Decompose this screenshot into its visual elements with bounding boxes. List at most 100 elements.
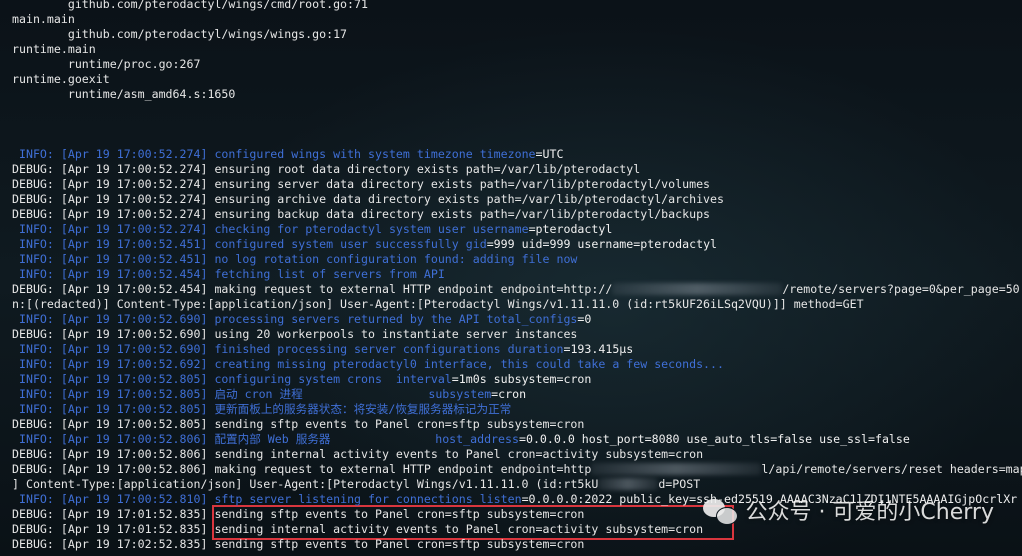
stack-line: runtime/proc.go:267 (12, 57, 201, 71)
log-line: INFO: [Apr 19 17:00:52.805] 启动 cron 进程 s… (12, 387, 526, 402)
log-timestamp: [Apr 19 17:00:52.806] (60, 462, 208, 476)
log-value: =cron (491, 387, 527, 401)
log-level: INFO: (12, 252, 54, 266)
log-line: INFO: [Apr 19 17:00:52.805] configuring … (12, 372, 591, 387)
log-timestamp: [Apr 19 17:00:52.805] (60, 387, 208, 401)
log-timestamp: [Apr 19 17:00:52.274] (60, 147, 208, 161)
log-level: DEBUG: (12, 282, 54, 296)
log-value: =pterodactyl (528, 222, 613, 236)
log-level: INFO: (12, 402, 54, 416)
log-timestamp: [Apr 19 17:00:52.692] (60, 357, 208, 371)
log-timestamp: [Apr 19 17:02:52.835] (60, 537, 208, 551)
log-timestamp: [Apr 19 17:00:52.454] (60, 267, 208, 281)
log-message: configured system user successfully gid (214, 237, 487, 251)
log-timestamp: [Apr 19 17:01:52.835] (60, 507, 208, 521)
log-timestamp: [Apr 19 17:00:52.274] (60, 222, 208, 236)
log-message: n:[(redacted)] Content-Type:[application… (12, 297, 864, 311)
log-timestamp: [Apr 19 17:00:52.690] (60, 327, 208, 341)
log-level: DEBUG: (12, 162, 54, 176)
log-timestamp: [Apr 19 17:00:52.690] (60, 342, 208, 356)
log-line: DEBUG: [Apr 19 17:00:52.805] sending sft… (12, 417, 584, 432)
log-timestamp: [Apr 19 17:00:52.805] (60, 402, 208, 416)
log-message: using 20 workerpools to instantiate serv… (214, 327, 578, 341)
log-message: ensuring backup data directory exists pa… (214, 207, 711, 221)
log-message: ensuring root data directory exists path… (214, 162, 641, 176)
redacted-mask (598, 478, 659, 490)
terminal-window[interactable]: 公众号 · 可爱的小Cherry github.com/pterodactyl/… (0, 0, 1022, 556)
log-message: fetching list of servers from API (214, 267, 445, 281)
stack-line: runtime/asm_amd64.s:1650 (12, 87, 236, 101)
log-level: INFO: (12, 237, 54, 251)
log-message: checking for pterodactyl system user use… (214, 222, 529, 236)
log-timestamp: [Apr 19 17:00:52.690] (60, 312, 208, 326)
log-message: sending sftp events to Panel cron=sftp s… (214, 537, 585, 551)
log-line: INFO: [Apr 19 17:00:52.451] configured s… (12, 237, 717, 252)
log-line: ] Content-Type:[application/json] User-A… (12, 477, 700, 492)
log-timestamp: [Apr 19 17:01:52.835] (60, 522, 208, 536)
log-value: =999 uid=999 username=pterodactyl (486, 237, 718, 251)
log-message: processing servers returned by the API t… (214, 312, 578, 326)
log-level: INFO: (12, 222, 54, 236)
log-value: =0.0.0.0 host_port=8080 use_auto_tls=fal… (518, 432, 910, 446)
log-timestamp: [Apr 19 17:00:52.451] (60, 252, 208, 266)
log-line: DEBUG: [Apr 19 17:00:52.806] making requ… (12, 462, 1022, 477)
log-timestamp: [Apr 19 17:00:52.810] (60, 492, 208, 506)
log-level: DEBUG: (12, 417, 54, 431)
log-line: DEBUG: [Apr 19 17:00:52.690] using 20 wo… (12, 327, 577, 342)
log-line: DEBUG: [Apr 19 17:01:52.835] sending int… (12, 522, 703, 537)
redacted-mask (612, 283, 783, 295)
log-line: INFO: [Apr 19 17:00:52.806] 配置内部 Web 服务器… (12, 432, 910, 447)
log-message: 启动 cron 进程 subsystem (214, 387, 492, 401)
log-level: DEBUG: (12, 522, 54, 536)
log-level: DEBUG: (12, 507, 54, 521)
log-value: =0.0.0.0:2022 public_key=ssh-ed25519 AAA… (521, 492, 1018, 506)
log-message: configuring system crons interval (214, 372, 452, 386)
log-value: =0 (577, 312, 592, 326)
log-level: DEBUG: (12, 327, 54, 341)
log-message-tail: /remote/servers?page=0&per_page=50 H (782, 282, 1022, 296)
log-level: INFO: (12, 312, 54, 326)
log-message: creating missing pterodactyl0 interface,… (214, 357, 724, 371)
log-message: configured wings with system timezone ti… (214, 147, 536, 161)
log-level: INFO: (12, 357, 54, 371)
stack-line: runtime.main (12, 42, 96, 56)
log-level: DEBUG: (12, 177, 54, 191)
log-value: =UTC (535, 147, 564, 161)
log-message: sending sftp events to Panel cron=sftp s… (214, 417, 585, 431)
log-line: DEBUG: [Apr 19 17:00:52.454] making requ… (12, 282, 1022, 297)
log-message: 更新面板上的服务器状态：将安装/恢复服务器标记为正常 (214, 402, 512, 416)
log-message: no log rotation configuration found: add… (214, 252, 578, 266)
log-line: INFO: [Apr 19 17:00:52.692] creating mis… (12, 357, 724, 372)
log-line: DEBUG: [Apr 19 17:00:52.806] sending int… (12, 447, 703, 462)
log-message-tail: l/api/remote/servers/reset headers=map[A… (761, 462, 1022, 476)
log-message: sending internal activity events to Pane… (214, 447, 704, 461)
log-line: INFO: [Apr 19 17:00:52.274] checking for… (12, 222, 612, 237)
log-timestamp: [Apr 19 17:00:52.274] (60, 207, 208, 221)
log-level: INFO: (12, 492, 54, 506)
log-line: DEBUG: [Apr 19 17:00:52.274] ensuring se… (12, 177, 710, 192)
log-level: INFO: (12, 267, 54, 281)
log-timestamp: [Apr 19 17:00:52.454] (60, 282, 208, 296)
log-timestamp: [Apr 19 17:00:52.451] (60, 237, 208, 251)
log-line: DEBUG: [Apr 19 17:00:52.274] ensuring ar… (12, 192, 724, 207)
log-message: making request to external HTTP endpoint… (214, 462, 592, 476)
log-message: ensuring server data directory exists pa… (214, 177, 711, 191)
log-message: sftp server listening for connections li… (214, 492, 522, 506)
log-timestamp: [Apr 19 17:00:52.806] (60, 447, 208, 461)
log-timestamp: [Apr 19 17:00:52.805] (60, 372, 208, 386)
log-line: INFO: [Apr 19 17:00:52.451] no log rotat… (12, 252, 577, 267)
log-level: DEBUG: (12, 447, 54, 461)
log-line: INFO: [Apr 19 17:00:52.274] configured w… (12, 147, 564, 162)
log-timestamp: [Apr 19 17:00:52.806] (60, 432, 208, 446)
stack-line: github.com/pterodactyl/wings/cmd/root.go… (12, 0, 368, 11)
log-line: DEBUG: [Apr 19 17:02:52.835] sending sft… (12, 537, 584, 552)
log-timestamp: [Apr 19 17:00:52.274] (60, 162, 208, 176)
log-message: 配置内部 Web 服务器 host_address (214, 432, 519, 446)
log-level: INFO: (12, 387, 54, 401)
log-level: INFO: (12, 342, 54, 356)
log-level: INFO: (12, 432, 54, 446)
log-message: ensuring archive data directory exists p… (214, 192, 724, 206)
log-level: INFO: (12, 372, 54, 386)
log-line: INFO: [Apr 19 17:00:52.690] finished pro… (12, 342, 633, 357)
log-message: finished processing server configuration… (214, 342, 564, 356)
